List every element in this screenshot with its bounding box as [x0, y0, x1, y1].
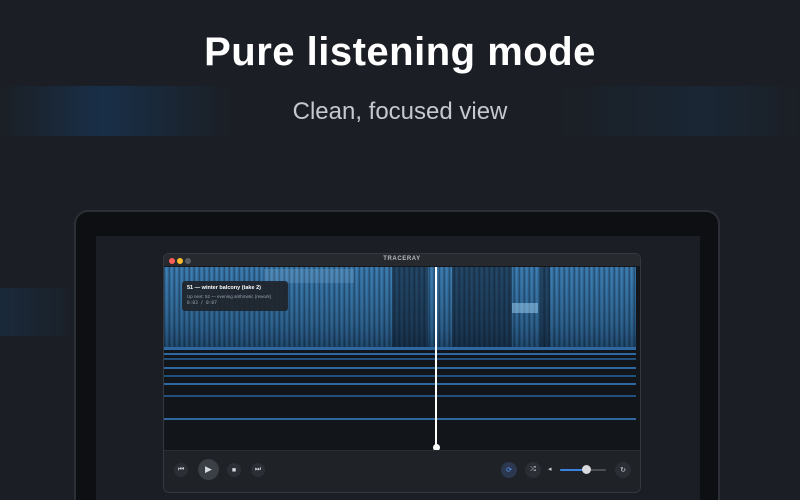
- spectrogram-quiet-segment: [540, 267, 550, 347]
- loop-icon: ↻: [620, 467, 626, 474]
- spectrogram-band: [164, 353, 636, 355]
- spectrogram-band: [164, 395, 636, 397]
- stop-icon: ■: [231, 466, 237, 474]
- play-button[interactable]: ▶: [198, 459, 219, 480]
- volume-icon: ◂: [548, 466, 552, 473]
- spectrogram-highlight: [512, 303, 538, 313]
- headline: Pure listening mode: [204, 30, 596, 74]
- spectrogram-view[interactable]: 51 — winter balcony (take 2) Up next: 52…: [164, 267, 640, 450]
- next-track-button[interactable]: ⏭: [251, 463, 265, 477]
- app-window: TRACERAY 51 — winter balcony (take 2) Up…: [163, 253, 641, 493]
- spectrogram-band: [164, 347, 636, 350]
- track-title: 51 — winter balcony (take 2): [187, 285, 261, 291]
- spectrogram-quiet-segment: [452, 267, 512, 347]
- previous-track-button[interactable]: ⏮: [174, 463, 188, 477]
- transport-controls: ⏮ ▶ ■ ⏭ ⟳ ⤮ ◂ ↻: [164, 450, 640, 492]
- spectrogram-band: [164, 418, 636, 420]
- skip-back-icon: ⏮: [177, 466, 185, 473]
- loop-button[interactable]: ↻: [615, 462, 631, 478]
- up-next-label: Up next: 52 — evening arithmetic (rework…: [187, 294, 272, 299]
- skip-forward-icon: ⏭: [254, 466, 262, 473]
- playhead-line[interactable]: [435, 267, 438, 448]
- window-title: TRACERAY: [383, 256, 421, 262]
- laptop-screen: TRACERAY 51 — winter balcony (take 2) Up…: [96, 236, 700, 500]
- subheadline: Clean, focused view: [292, 98, 508, 125]
- spectrogram-band: [164, 383, 636, 385]
- stop-button[interactable]: ■: [227, 463, 241, 477]
- now-playing-card: 51 — winter balcony (take 2) Up next: 52…: [182, 281, 288, 311]
- background-glow-lower: [0, 288, 80, 336]
- spectrogram-quiet-segment: [392, 267, 428, 347]
- play-icon: ▶: [205, 464, 212, 474]
- spectrogram-band: [164, 358, 636, 360]
- laptop-frame: TRACERAY 51 — winter balcony (take 2) Up…: [74, 210, 720, 500]
- repeat-toggle[interactable]: ⟳: [501, 462, 517, 478]
- shuffle-toggle[interactable]: ⤮: [525, 462, 541, 478]
- titlebar: TRACERAY: [164, 254, 640, 267]
- repeat-icon: ⟳: [506, 467, 512, 474]
- spectrogram-band: [164, 375, 636, 377]
- shuffle-icon: ⤮: [530, 466, 536, 473]
- volume-slider-handle[interactable]: [582, 465, 592, 474]
- time-readout: 0:03 / 0:07: [187, 301, 217, 306]
- spectrogram-band: [164, 367, 636, 369]
